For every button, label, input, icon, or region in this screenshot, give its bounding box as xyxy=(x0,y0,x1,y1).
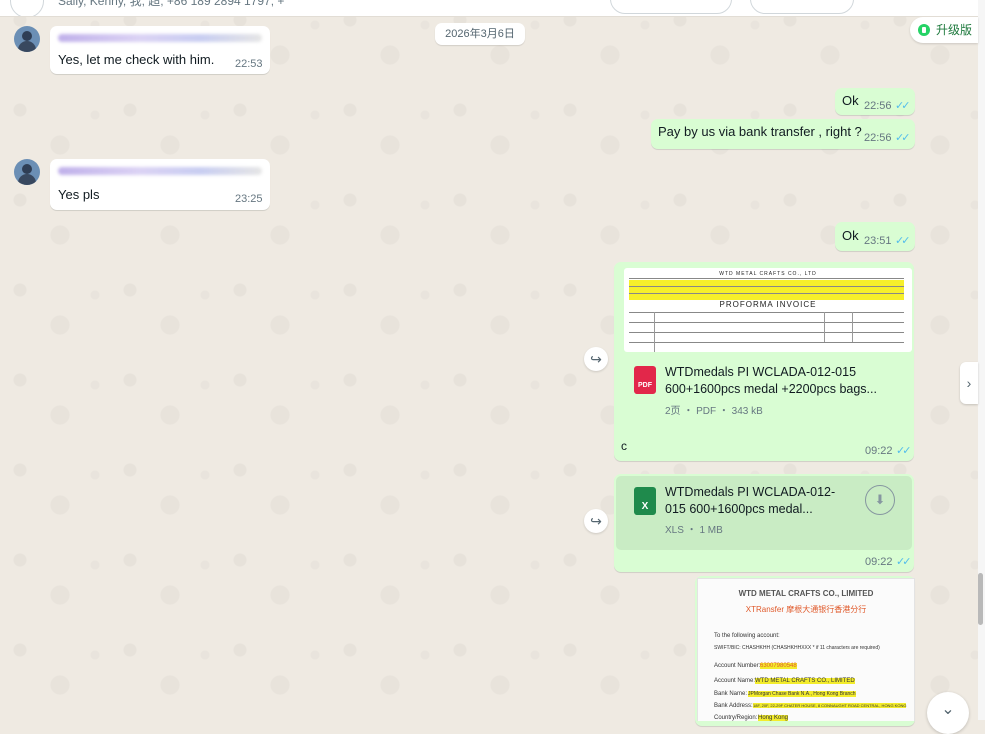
forward-icon[interactable]: ↪ xyxy=(584,347,608,371)
xls-file-name[interactable]: WTDmedals PI WCLADA-012-015 600+1600pcs … xyxy=(665,484,850,518)
date-divider: 2026年3月6日 xyxy=(435,23,525,45)
pdf-file-name[interactable]: WTDmedals PI WCLADA-012-015 600+1600pcs … xyxy=(665,364,890,398)
receipt-account-name-label: Account Name: xyxy=(714,678,756,684)
read-receipt-icon: ✓✓ xyxy=(895,132,911,144)
upgrade-button[interactable]: 升级版 xyxy=(910,17,978,43)
call-button[interactable] xyxy=(610,0,732,14)
upgrade-icon xyxy=(918,24,930,36)
download-icon[interactable]: ⬇ xyxy=(865,485,895,515)
chevron-right-icon[interactable]: › xyxy=(960,362,978,404)
read-receipt-icon: ✓✓ xyxy=(896,556,912,568)
group-avatar[interactable] xyxy=(10,0,44,16)
message-time: 23:25 xyxy=(235,193,263,205)
message-time: 23:51 xyxy=(864,235,892,247)
pdf-preview-company: WTD METAL CRAFTS CO., LTD xyxy=(719,271,817,277)
message-outgoing[interactable]: Ok 23:51 ✓✓ xyxy=(835,222,915,251)
message-text: Ok xyxy=(842,228,859,243)
receipt-to: To the following account: xyxy=(714,633,780,639)
message-time: 09:22 xyxy=(865,445,893,457)
scroll-to-bottom-button[interactable]: ⌄ xyxy=(927,692,969,734)
receipt-swift: SWIFT/BIC: CHASHKHH (CHASHKHHXXX * if 11… xyxy=(714,645,880,651)
message-text: Yes, let me check with him. xyxy=(58,52,215,67)
sender-avatar[interactable] xyxy=(14,159,40,185)
receipt-bank-address-label: Bank Address: xyxy=(714,703,753,709)
pdf-file-icon: PDF xyxy=(634,366,656,394)
message-outgoing[interactable]: Pay by us via bank transfer , right ? 22… xyxy=(651,119,915,149)
message-time: 09:22 xyxy=(865,556,893,568)
message-time: 22:56 xyxy=(864,100,892,112)
message-time: 22:56 xyxy=(864,132,892,144)
message-text: Yes pls xyxy=(58,187,100,202)
scrollbar-thumb[interactable] xyxy=(978,573,983,625)
pdf-file-icon-label: PDF xyxy=(638,382,652,389)
receipt-bank-name-value: JPMorgan Chase Bank N.A., Hong Kong Bran… xyxy=(748,691,856,697)
read-receipt-icon: ✓✓ xyxy=(896,445,912,457)
search-button[interactable] xyxy=(750,0,854,14)
forward-icon[interactable]: ↪ xyxy=(584,509,608,533)
receipt-country-label: Country/Region: xyxy=(714,715,758,721)
receipt-country-value: Hong Kong xyxy=(758,715,789,721)
sender-name-blurred xyxy=(58,167,262,175)
pdf-file-meta: 2页 ・ PDF ・ 343 kB xyxy=(665,406,763,417)
chat-header: Sally, Kenny, 我, 超, +86 189 2894 1797, + xyxy=(0,0,978,17)
read-receipt-icon: ✓✓ xyxy=(895,235,911,247)
receipt-account-number-label: Account Number: xyxy=(714,663,761,669)
receipt-bank-brand: XTRansfer 摩根大通银行香港分行 xyxy=(745,605,867,614)
pdf-caption: c xyxy=(621,439,627,453)
sender-avatar[interactable] xyxy=(14,26,40,52)
receipt-account-name-value: WTD METAL CRAFTS CO., LIMITED xyxy=(755,678,855,684)
group-members-subtitle: Sally, Kenny, 我, 超, +86 189 2894 1797, + xyxy=(58,0,285,8)
xls-file-icon: X xyxy=(634,487,656,515)
message-incoming[interactable]: Yes, let me check with him. 22:53 xyxy=(50,26,270,74)
receipt-company: WTD METAL CRAFTS CO., LIMITED xyxy=(738,589,874,598)
message-outgoing-pdf[interactable]: WTD METAL CRAFTS CO., LTD PROFORMA INVOI… xyxy=(614,262,914,461)
message-text: Ok xyxy=(842,93,859,108)
message-outgoing[interactable]: Ok 22:56 ✓✓ xyxy=(835,88,915,115)
read-receipt-icon: ✓✓ xyxy=(895,100,911,112)
bank-details-image[interactable]: WTD METAL CRAFTS CO., LIMITED XTRansfer … xyxy=(697,578,915,721)
message-time: 22:53 xyxy=(235,58,263,70)
sender-name-blurred xyxy=(58,34,262,42)
message-outgoing-xls[interactable]: X WTDmedals PI WCLADA-012-015 600+1600pc… xyxy=(614,474,914,572)
xls-file-meta: XLS ・ 1 MB xyxy=(665,525,723,536)
receipt-bank-address-value: 18F, 20F, 22-29F CHATER HOUSE, 8 CONNAUG… xyxy=(753,703,907,708)
message-incoming[interactable]: Yes pls 23:25 xyxy=(50,159,270,210)
xls-file-icon-label: X xyxy=(641,501,649,512)
pdf-preview[interactable]: WTD METAL CRAFTS CO., LTD PROFORMA INVOI… xyxy=(624,268,912,352)
receipt-account-number-value: 63007980548 xyxy=(760,663,797,669)
pdf-preview-heading: PROFORMA INVOICE xyxy=(719,300,817,309)
receipt-bank-name-label: Bank Name: xyxy=(714,691,748,697)
upgrade-label: 升级版 xyxy=(936,23,973,37)
message-text: Pay by us via bank transfer , right ? xyxy=(658,124,862,139)
